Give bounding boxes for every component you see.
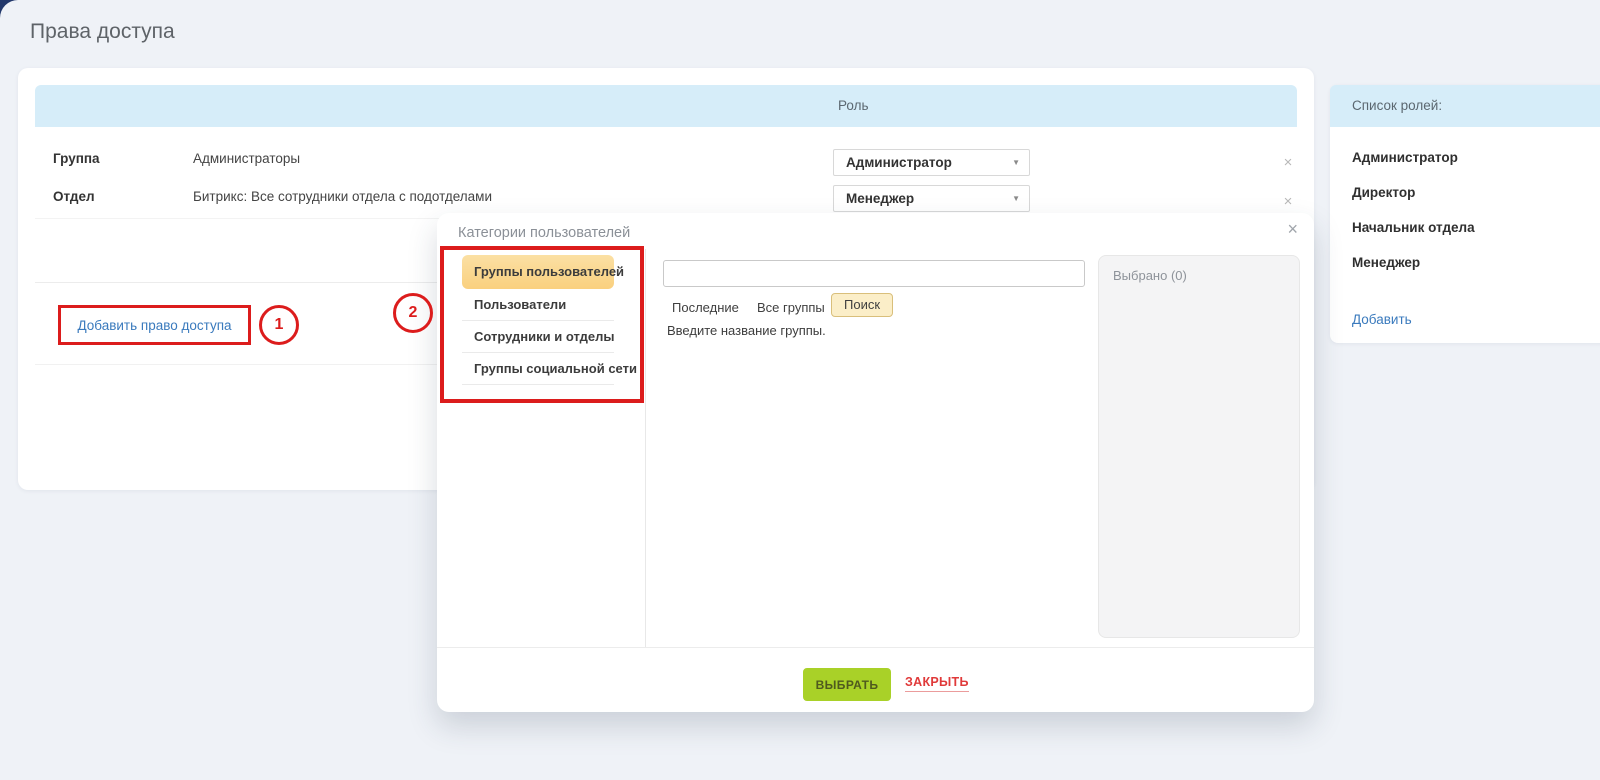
chevron-down-icon: ▼ xyxy=(1012,150,1020,175)
role-item[interactable]: Директор xyxy=(1330,175,1600,210)
table-row: Группа Администраторы Администратор ▼ xyxy=(35,127,1297,179)
annotation-box-1: Добавить право доступа xyxy=(58,305,251,345)
modal-divider xyxy=(645,249,646,647)
tab-search-active[interactable]: Поиск xyxy=(831,293,893,317)
modal-title: Категории пользователей xyxy=(458,225,630,241)
roles-list-panel: Список ролей: Администратор Директор Нач… xyxy=(1330,85,1600,343)
role-select[interactable]: Менеджер ▼ xyxy=(833,185,1030,212)
remove-row-icon[interactable]: × xyxy=(1280,155,1296,171)
close-button[interactable]: ЗАКРЫТЬ xyxy=(905,675,969,692)
row-name-value: Администраторы xyxy=(193,151,300,166)
role-select-value: Менеджер xyxy=(846,186,914,211)
roles-list: Администратор Директор Начальник отдела … xyxy=(1330,127,1600,280)
remove-row-icon[interactable]: × xyxy=(1280,194,1296,210)
row-name-value: Битрикс: Все сотрудники отдела с подотде… xyxy=(193,189,492,204)
search-hint-text: Введите название группы. xyxy=(667,323,826,338)
tab-recent[interactable]: Последние xyxy=(672,297,739,319)
add-role-link[interactable]: Добавить xyxy=(1352,312,1412,327)
roles-panel-title: Список ролей: xyxy=(1352,85,1442,127)
annotation-step-1: 1 xyxy=(259,305,299,345)
row-type-label: Отдел xyxy=(53,189,95,204)
role-select-value: Администратор xyxy=(846,150,952,175)
roles-panel-header: Список ролей: xyxy=(1330,85,1600,127)
selected-items-panel: Выбрано (0) xyxy=(1098,255,1300,638)
selected-count-label: Выбрано (0) xyxy=(1113,268,1187,283)
group-search-input[interactable] xyxy=(663,260,1085,287)
close-icon[interactable]: × xyxy=(1287,219,1298,240)
modal-footer-divider xyxy=(437,647,1314,648)
annotation-box-2 xyxy=(440,246,644,403)
access-table-header: Роль xyxy=(35,85,1297,127)
add-access-right-link[interactable]: Добавить право доступа xyxy=(77,318,231,333)
annotation-step-2: 2 xyxy=(393,293,433,333)
role-item[interactable]: Начальник отдела xyxy=(1330,210,1600,245)
select-button[interactable]: ВЫБРАТЬ xyxy=(803,668,891,701)
row-type-label: Группа xyxy=(53,151,100,166)
chevron-down-icon: ▼ xyxy=(1012,186,1020,211)
role-select[interactable]: Администратор ▼ xyxy=(833,149,1030,176)
role-item[interactable]: Администратор xyxy=(1330,140,1600,175)
page-background: Права доступа Роль Группа Администраторы… xyxy=(0,0,1600,780)
tab-all-groups[interactable]: Все группы xyxy=(757,297,825,319)
role-column-header: Роль xyxy=(838,85,869,127)
page-title: Права доступа xyxy=(30,20,175,44)
role-item[interactable]: Менеджер xyxy=(1330,245,1600,280)
